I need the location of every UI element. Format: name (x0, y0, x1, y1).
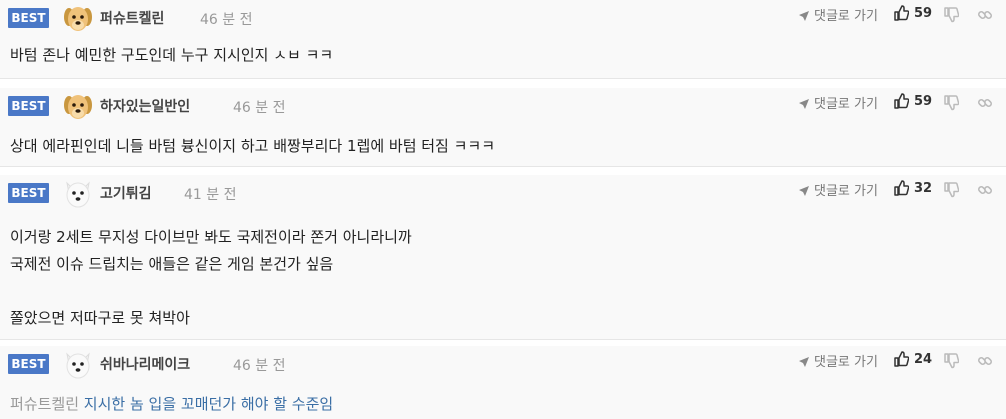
comment-actions: 댓글로 가기 24 (786, 351, 1006, 373)
share-button[interactable] (977, 95, 993, 115)
comment-time: 46 분 전 (200, 12, 253, 28)
comment-header: BEST 쉬바나리메이크 46 분 전 댓글로 가기 24 (0, 346, 1006, 380)
comment-nickname[interactable]: 퍼슈트켈린 (100, 8, 164, 28)
comment-item: BEST 쉬바나리메이크 46 분 전 댓글로 가기 24 퍼슈트켈린 지시한 … (0, 346, 1006, 419)
comment-line: 상대 에라핀인데 니들 바텀 븅신이지 하고 배짱부리다 1렙에 바텀 터짐 ㅋ… (10, 137, 496, 155)
like-count: 59 (914, 6, 933, 21)
comment-line: 이거랑 2세트 무지성 다이브만 봐도 국제전이라 쫀거 아니라니까 (10, 228, 412, 246)
reply-label: 댓글로 가기 (814, 9, 878, 24)
send-icon (799, 186, 809, 196)
thumbs-down-icon (944, 7, 960, 23)
like-button[interactable] (893, 351, 910, 371)
thumbs-down-icon (944, 353, 960, 369)
comment-actions: 댓글로 가기 32 (786, 180, 1006, 202)
send-icon (799, 357, 809, 367)
thumbs-up-icon (894, 351, 910, 367)
like-count: 59 (914, 94, 933, 109)
thumbs-down-icon (944, 182, 960, 198)
comment-time: 41 분 전 (184, 187, 237, 203)
like-button[interactable] (893, 180, 910, 200)
thumbs-down-icon (944, 95, 960, 111)
best-badge: BEST (8, 354, 49, 374)
dislike-button[interactable] (943, 353, 960, 373)
like-count: 24 (914, 352, 933, 367)
comment-item: BEST 고기튀김 41 분 전 댓글로 가기 32 이거랑 2세트 무지성 다… (0, 175, 1006, 340)
comment-nickname[interactable]: 고기튀김 (100, 183, 152, 203)
comment-line: 퍼슈트켈린 지시한 놈 입을 꼬매던가 해야 할 수준임 (10, 391, 333, 418)
link-icon (977, 356, 993, 366)
reply-link[interactable]: 댓글로 가기 (798, 5, 878, 24)
dislike-button[interactable] (943, 182, 960, 202)
reply-label: 댓글로 가기 (814, 184, 878, 199)
thumbs-up-icon (894, 93, 910, 109)
link-icon (977, 98, 993, 108)
dislike-button[interactable] (943, 7, 960, 27)
avatar[interactable] (62, 90, 94, 122)
avatar[interactable] (62, 348, 94, 380)
like-count: 32 (914, 181, 933, 196)
send-icon (799, 11, 809, 21)
like-button[interactable] (893, 5, 910, 25)
comment-nickname[interactable]: 하자있는일반인 (100, 96, 190, 116)
dislike-button[interactable] (943, 95, 960, 115)
link-icon (977, 185, 993, 195)
comment-time: 46 분 전 (233, 100, 286, 116)
reply-link[interactable]: 댓글로 가기 (798, 180, 878, 199)
comment-header: BEST 하자있는일반인 46 분 전 댓글로 가기 59 (0, 88, 1006, 122)
comment-body: 이거랑 2세트 무지성 다이브만 봐도 국제전이라 쫀거 아니라니까 국제전 이… (10, 224, 412, 332)
comment-time: 46 분 전 (233, 358, 286, 374)
comment-body: 상대 에라핀인데 니들 바텀 븅신이지 하고 배짱부리다 1렙에 바텀 터짐 ㅋ… (10, 133, 495, 160)
avatar[interactable] (62, 2, 94, 34)
comment-line-text: 지시한 놈 입을 꼬매던가 해야 할 수준임 (83, 395, 334, 413)
comment-nickname[interactable]: 쉬바나리메이크 (100, 354, 190, 374)
comment-list: BEST 퍼슈트켈린 46 분 전 댓글로 가기 59 바텀 존나 예민한 구도… (0, 0, 1006, 419)
comment-body: 퍼슈트켈린 지시한 놈 입을 꼬매던가 해야 할 수준임 (10, 391, 333, 418)
send-icon (799, 99, 809, 109)
thumbs-up-icon (894, 180, 910, 196)
avatar[interactable] (62, 177, 94, 209)
comment-line: 바텀 존나 예민한 구도인데 누구 지시인지 ㅅㅂ ㅋㅋ (10, 46, 334, 64)
best-badge: BEST (8, 96, 49, 116)
reply-link[interactable]: 댓글로 가기 (798, 351, 878, 370)
comment-body: 바텀 존나 예민한 구도인데 누구 지시인지 ㅅㅂ ㅋㅋ (10, 42, 333, 69)
reply-label: 댓글로 가기 (814, 355, 878, 370)
like-button[interactable] (893, 93, 910, 113)
best-badge: BEST (8, 183, 49, 203)
comment-line-blank (10, 278, 412, 305)
comment-header: BEST 고기튀김 41 분 전 댓글로 가기 32 (0, 175, 1006, 209)
reply-label: 댓글로 가기 (814, 97, 878, 112)
share-button[interactable] (977, 353, 993, 373)
comment-actions: 댓글로 가기 59 (786, 93, 1006, 115)
comment-item: BEST 하자있는일반인 46 분 전 댓글로 가기 59 상대 에라핀인데 니… (0, 88, 1006, 167)
reply-mention[interactable]: 퍼슈트켈린 (10, 395, 79, 413)
comment-line: 국제전 이슈 드립치는 애들은 같은 게임 본건가 싶음 (10, 255, 334, 273)
share-button[interactable] (977, 7, 993, 27)
thumbs-up-icon (894, 5, 910, 21)
comment-actions: 댓글로 가기 59 (786, 5, 1006, 27)
share-button[interactable] (977, 182, 993, 202)
comment-item: BEST 퍼슈트켈린 46 분 전 댓글로 가기 59 바텀 존나 예민한 구도… (0, 0, 1006, 79)
comment-line: 쫄았으면 저따구로 못 쳐박아 (10, 309, 190, 327)
comment-header: BEST 퍼슈트켈린 46 분 전 댓글로 가기 59 (0, 0, 1006, 34)
best-badge: BEST (8, 8, 49, 28)
reply-link[interactable]: 댓글로 가기 (798, 93, 878, 112)
link-icon (977, 10, 993, 20)
